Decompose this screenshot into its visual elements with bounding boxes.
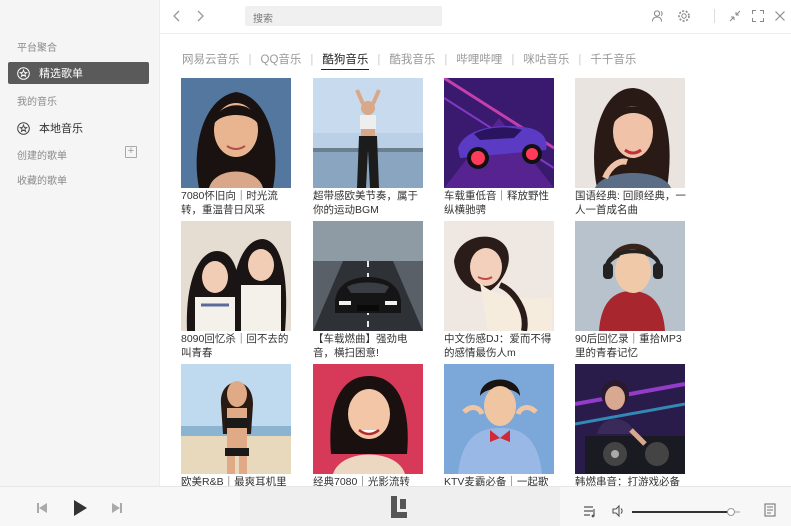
playlist-grid: 7080怀旧向｜时光流转，重温昔日风采 超带感欧美节奏，属于你的运动BGM 车载… [181,78,791,486]
playlist-cover [575,78,685,188]
playlist-cover [444,78,554,188]
tab-kuwo[interactable]: 酷我音乐 [388,51,436,69]
close-icon[interactable] [773,9,787,23]
playlist-title: 超带感欧美节奏，属于你的运动BGM [313,190,418,216]
playlist-cover [313,221,423,331]
tab-bilibili[interactable]: 哔哩哔哩 [455,51,503,69]
playlist-title: 8090回忆杀｜回不去的叫青春 [181,333,289,359]
playlist-title: 7080怀旧向｜时光流转，重温昔日风采 [181,190,278,216]
playlist-card[interactable]: 90后回忆录｜重拾MP3里的青春记忆 [575,221,687,360]
minimize-icon[interactable] [728,9,742,23]
tab-qianqian[interactable]: 千千音乐 [589,51,637,69]
tab-netease[interactable]: 网易云音乐 [181,51,241,69]
back-arrow-icon[interactable] [170,9,184,23]
add-playlist-icon[interactable]: + [125,146,137,158]
playlist-title: 车载重低音｜释放野性纵横驰骋 [444,190,549,216]
app-window: 平台聚合 精选歌单 我的音乐 本地音乐 创建的歌单 + 收藏的歌单 搜索 网易云… [0,0,791,526]
now-playing-area[interactable] [240,487,560,526]
search-input[interactable]: 搜索 [245,6,442,26]
tab-migu[interactable]: 咪咕音乐 [522,51,570,69]
tab-qq[interactable]: QQ音乐 [260,51,303,69]
sidebar-item-featured-label: 精选歌单 [39,68,83,80]
volume-knob[interactable] [727,508,736,516]
volume-level [632,511,732,513]
user-icon[interactable] [651,9,665,23]
sidebar-section-created: 创建的歌单 [17,151,67,162]
next-track-icon[interactable] [109,500,125,516]
toolbar-divider [714,9,715,23]
volume-icon[interactable] [610,503,626,519]
playlist-cover [575,221,685,331]
playlist-title: 90后回忆录｜重拾MP3里的青春记忆 [575,333,682,359]
sidebar-item-local-music[interactable]: 本地音乐 [8,117,149,139]
playlist-card[interactable]: KTV麦霸必备｜一起歌 [444,364,556,486]
playlist-title: 韩燃串音：打游戏必备 [575,476,680,486]
volume-slider[interactable] [632,508,740,516]
playlist-card[interactable]: 7080怀旧向｜时光流转，重温昔日风采 [181,78,293,217]
playlist-card[interactable]: 韩燃串音：打游戏必备 [575,364,687,486]
sidebar-section-my-music: 我的音乐 [17,97,57,108]
playlist-cover [181,78,291,188]
playlist-queue-icon[interactable] [582,503,598,519]
sidebar-item-featured[interactable]: 精选歌单 [8,62,149,84]
player-bar [0,486,791,526]
playlist-cover [444,221,554,331]
playlist-title: KTV麦霸必备｜一起歌 [444,476,549,486]
lyrics-panel-icon[interactable] [762,502,778,518]
playlist-card[interactable]: 超带感欧美节奏，属于你的运动BGM [313,78,425,217]
sidebar-section-platform: 平台聚合 [17,43,57,54]
playlist-card[interactable]: 8090回忆杀｜回不去的叫青春 [181,221,293,360]
play-icon[interactable] [70,498,90,518]
forward-arrow-icon[interactable] [193,9,207,23]
top-bar: 搜索 [160,0,791,34]
playlist-cover [313,78,423,188]
playlist-title: 【车载燃曲】强劲电音，横扫困意! [313,333,408,359]
star-circle-icon [17,66,30,80]
playlist-card[interactable]: 欧美R&B｜最爽耳机里 [181,364,293,486]
playlist-cover [575,364,685,474]
playlist-cover [181,364,291,474]
playlist-title: 欧美R&B｜最爽耳机里 [181,476,287,486]
sidebar-item-local-label: 本地音乐 [39,123,83,135]
playlist-card[interactable]: 车载重低音｜释放野性纵横驰骋 [444,78,556,217]
star-circle-icon [17,121,30,135]
gear-icon[interactable] [677,9,691,23]
playlist-card[interactable]: 中文伤感DJ：爱而不得的感情最伤人m [444,221,556,360]
source-tabs: 网易云音乐 | QQ音乐 | 酷狗音乐 | 酷我音乐 | 哔哩哔哩 | 咪咕音乐 | 千千音… [181,50,637,70]
playlist-card[interactable]: 经典7080｜光影流转 [313,364,425,486]
playlist-title: 国语经典: 回顾经典，一人一首成名曲 [575,190,686,216]
playlist-card[interactable]: 【车载燃曲】强劲电音，横扫困意! [313,221,425,360]
previous-track-icon[interactable] [34,500,50,516]
playlist-title: 经典7080｜光影流转 [313,476,410,486]
playlist-cover [313,364,423,474]
playlist-cover [181,221,291,331]
fullscreen-icon[interactable] [751,9,765,23]
playlist-cover [444,364,554,474]
sidebar: 平台聚合 精选歌单 我的音乐 本地音乐 创建的歌单 + 收藏的歌单 [0,0,160,486]
playlist-title: 中文伤感DJ：爱而不得的感情最伤人m [444,333,552,359]
app-logo-icon [388,496,410,518]
tab-kugou[interactable]: 酷狗音乐 [321,51,370,70]
playlist-card[interactable]: 国语经典: 回顾经典，一人一首成名曲 [575,78,687,217]
sidebar-section-favorite: 收藏的歌单 [17,176,67,187]
